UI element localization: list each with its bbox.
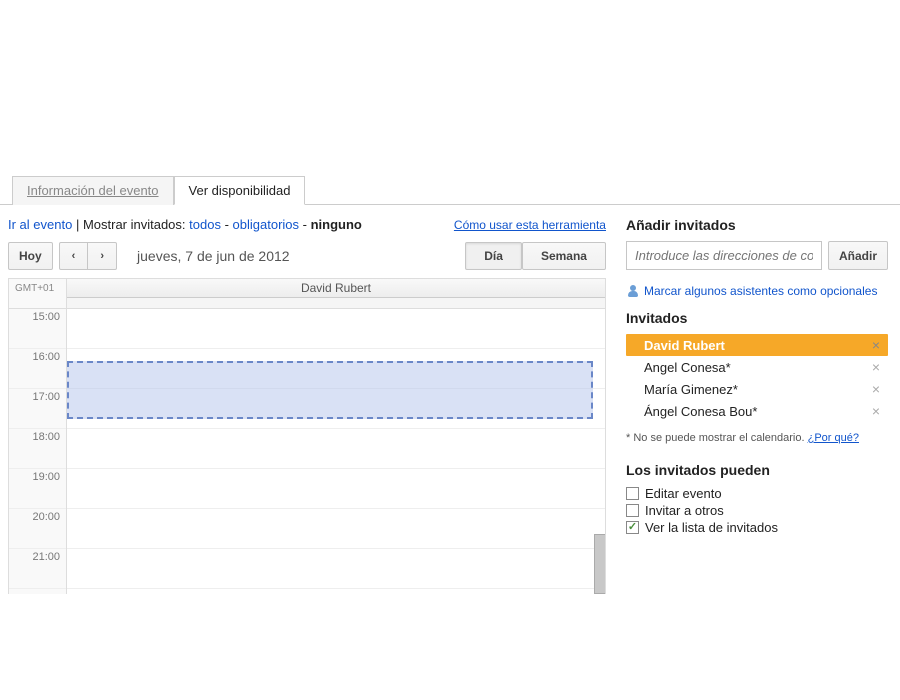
- mark-optional-label: Marcar algunos asistentes como opcionale…: [644, 284, 877, 298]
- hour-label: 15:00: [9, 309, 66, 349]
- view-day-button[interactable]: Día: [465, 242, 522, 270]
- hour-label: 17:00: [9, 389, 66, 429]
- separator: -: [299, 217, 311, 232]
- timezone-label: GMT+01: [9, 279, 67, 308]
- remove-guest-icon[interactable]: ×: [870, 403, 882, 419]
- tab-availability[interactable]: Ver disponibilidad: [174, 176, 306, 205]
- checkbox-edit-event[interactable]: [626, 487, 639, 500]
- guest-name: David Rubert: [644, 338, 870, 353]
- footnote-text: * No se puede mostrar el calendario.: [626, 432, 805, 444]
- today-button[interactable]: Hoy: [8, 242, 53, 270]
- checkbox-invite-others[interactable]: [626, 504, 639, 517]
- scrollbar-thumb[interactable]: [594, 534, 606, 594]
- perm-invite-label: Invitar a otros: [645, 503, 724, 518]
- filter-all[interactable]: todos: [189, 217, 221, 232]
- grid-row[interactable]: [67, 309, 605, 349]
- view-week-button[interactable]: Semana: [522, 242, 606, 270]
- permissions-title: Los invitados pueden: [626, 462, 888, 478]
- guest-item[interactable]: María Gimenez*×: [626, 378, 888, 400]
- hour-label: 19:00: [9, 469, 66, 509]
- guest-name: Ángel Conesa Bou*: [644, 404, 870, 419]
- attendee-column-header: David Rubert: [67, 279, 605, 298]
- proposed-event-block[interactable]: [67, 361, 593, 419]
- footnote-why-link[interactable]: ¿Por qué?: [808, 432, 859, 444]
- hour-label: 18:00: [9, 429, 66, 469]
- schedule-grid[interactable]: 15:0016:0017:0018:0019:0020:0021:00: [8, 309, 606, 594]
- show-guests-label: Mostrar invitados:: [83, 217, 186, 232]
- grid-row[interactable]: [67, 429, 605, 469]
- person-icon: [626, 284, 640, 298]
- filter-none[interactable]: ninguno: [311, 217, 362, 232]
- guest-name: Angel Conesa*: [644, 360, 870, 375]
- tab-event-info[interactable]: Información del evento: [12, 176, 174, 205]
- guest-name: María Gimenez*: [644, 382, 870, 397]
- guest-item[interactable]: David Rubert×: [626, 334, 888, 356]
- remove-guest-icon[interactable]: ×: [870, 337, 882, 353]
- grid-row[interactable]: [67, 549, 605, 589]
- add-guest-button[interactable]: Añadir: [828, 241, 888, 270]
- guest-item[interactable]: Angel Conesa*×: [626, 356, 888, 378]
- next-button[interactable]: ›: [88, 242, 117, 270]
- guests-title: Invitados: [626, 310, 888, 326]
- checkbox-see-guest-list[interactable]: [626, 521, 639, 534]
- remove-guest-icon[interactable]: ×: [870, 359, 882, 375]
- attendee-availability-bar: [67, 298, 605, 308]
- prev-button[interactable]: ‹: [59, 242, 89, 270]
- perm-edit-label: Editar evento: [645, 486, 722, 501]
- separator: -: [221, 217, 233, 232]
- guest-item[interactable]: Ángel Conesa Bou*×: [626, 400, 888, 422]
- help-link[interactable]: Cómo usar esta herramienta: [454, 218, 606, 232]
- mark-optional-link[interactable]: Marcar algunos asistentes como opcionale…: [626, 284, 888, 298]
- current-date: jueves, 7 de jun de 2012: [137, 248, 290, 264]
- grid-row[interactable]: [67, 469, 605, 509]
- hour-label: 16:00: [9, 349, 66, 389]
- add-guests-title: Añadir invitados: [626, 217, 888, 233]
- grid-row[interactable]: [67, 509, 605, 549]
- hour-label: 20:00: [9, 509, 66, 549]
- filter-required[interactable]: obligatorios: [233, 217, 300, 232]
- separator: |: [72, 217, 83, 232]
- hour-label: 21:00: [9, 549, 66, 589]
- perm-seelist-label: Ver la lista de invitados: [645, 520, 778, 535]
- guest-email-input[interactable]: [626, 241, 822, 270]
- link-go-to-event[interactable]: Ir al evento: [8, 217, 72, 232]
- remove-guest-icon[interactable]: ×: [870, 381, 882, 397]
